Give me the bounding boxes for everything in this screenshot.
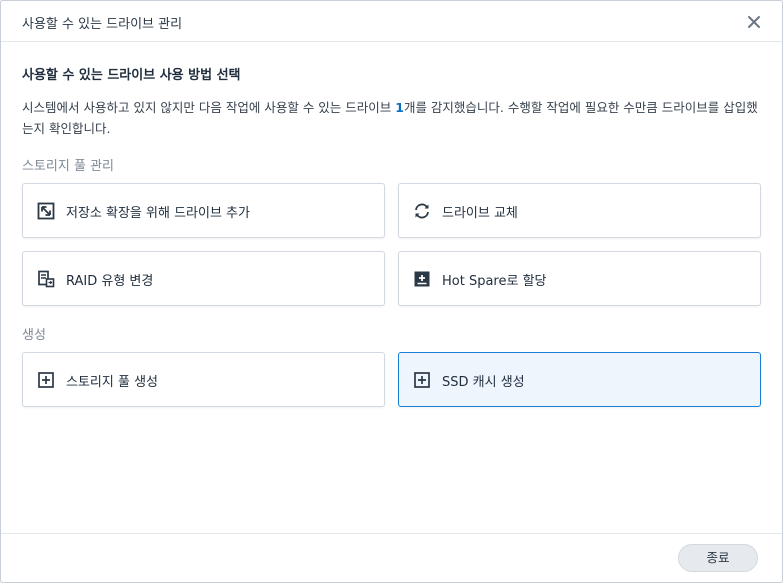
section-storage-pool: 스토리지 풀 관리 <box>22 159 114 174</box>
section-create: 생성 <box>22 328 46 343</box>
add-icon <box>414 372 430 388</box>
option-label: 스토리지 풀 생성 <box>66 375 158 390</box>
drive-count: 1 <box>395 100 404 115</box>
option-label: RAID 유형 변경 <box>66 274 154 289</box>
refresh-icon <box>415 203 429 219</box>
option-label: Hot Spare로 할당 <box>442 274 547 289</box>
hot-spare-icon <box>414 271 430 287</box>
manage-drives-dialog: 사용할 수 있는 드라이브 관리 사용할 수 있는 드라이브 사용 방법 선택 … <box>0 0 783 583</box>
option-hot-spare[interactable]: Hot Spare로 할당 <box>398 251 761 306</box>
close-icon[interactable] <box>745 13 763 31</box>
option-label: 저장소 확장을 위해 드라이브 추가 <box>66 206 250 221</box>
dialog-titlebar: 사용할 수 있는 드라이브 관리 <box>1 1 782 42</box>
option-create-storage-pool[interactable]: 스토리지 풀 생성 <box>22 352 385 407</box>
option-expand-storage[interactable]: 저장소 확장을 위해 드라이브 추가 <box>22 183 385 238</box>
dialog-footer <box>1 533 782 582</box>
option-label: 드라이브 교체 <box>442 206 518 221</box>
dialog-heading: 사용할 수 있는 드라이브 사용 방법 선택 <box>22 68 241 83</box>
raid-change-icon <box>38 270 55 288</box>
close-button[interactable]: 종료 <box>678 544 758 572</box>
add-icon <box>38 372 54 388</box>
dialog-title: 사용할 수 있는 드라이브 관리 <box>22 17 183 32</box>
option-label: SSD 캐시 생성 <box>442 375 525 390</box>
option-replace-drive[interactable]: 드라이브 교체 <box>398 183 761 238</box>
dialog-description: 시스템에서 사용하고 있지 않지만 다음 작업에 사용할 수 있는 드라이브 1… <box>22 97 762 139</box>
option-change-raid[interactable]: RAID 유형 변경 <box>22 251 385 306</box>
option-create-ssd-cache[interactable]: SSD 캐시 생성 <box>398 352 761 407</box>
description-text-start: 시스템에서 사용하고 있지 않지만 다음 작업에 사용할 수 있는 드라이브 <box>22 100 396 115</box>
expand-icon <box>37 202 55 220</box>
